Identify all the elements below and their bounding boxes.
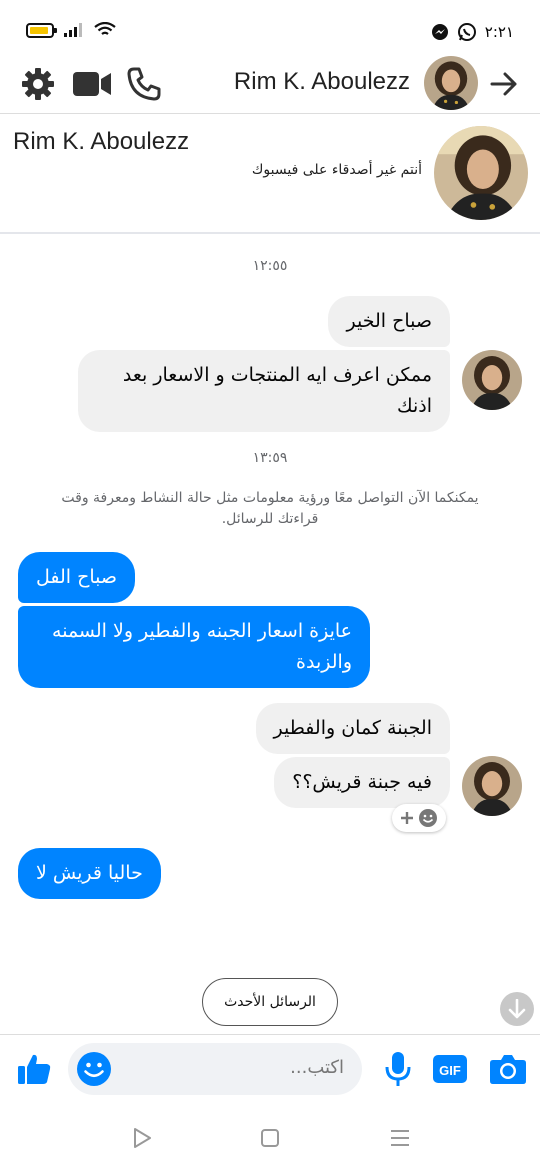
incoming-message[interactable]: فيه جبنة قريش؟؟: [274, 757, 450, 808]
profile-name: Rim K. Aboulezz: [13, 128, 190, 155]
plus-icon: [401, 812, 413, 824]
message-input-placeholder: اكتب...: [290, 1057, 344, 1078]
wifi-icon: [94, 22, 116, 35]
voice-message-button[interactable]: [378, 1049, 418, 1089]
outgoing-message[interactable]: عايزة اسعار الجبنه والفطير ولا السمنه وا…: [18, 606, 370, 688]
incoming-message[interactable]: الجبنة كمان والفطير: [255, 703, 450, 754]
sender-avatar[interactable]: [462, 350, 522, 410]
gif-icon: GIF: [433, 1055, 467, 1083]
incoming-message[interactable]: صباح الخير: [328, 296, 450, 347]
outgoing-message[interactable]: حاليا قريش لا: [18, 848, 161, 899]
video-call-button[interactable]: [72, 64, 112, 104]
signal-icon: [64, 23, 82, 37]
status-left: [26, 22, 116, 38]
play-triangle-icon: [134, 1128, 151, 1148]
incoming-message[interactable]: ممكن اعرف ايه المنتجات و الاسعار بعد اذن…: [78, 350, 450, 432]
emoji-icon[interactable]: [76, 1051, 112, 1087]
voice-call-button[interactable]: [124, 64, 164, 104]
contact-name[interactable]: Rim K. Aboulezz: [234, 68, 410, 96]
status-bar: ٢:٢١: [0, 0, 540, 56]
status-time: ٢:٢١: [484, 23, 514, 41]
profile-avatar[interactable]: [434, 126, 528, 220]
menu-icon: [391, 1130, 409, 1146]
gif-button[interactable]: GIF: [430, 1049, 470, 1089]
message-composer: اكتب... GIF: [0, 1034, 540, 1104]
timestamp: ١٢:٥٥: [252, 258, 288, 274]
add-reaction-button[interactable]: [392, 804, 446, 832]
camera-icon: [490, 1055, 526, 1084]
nav-back-button[interactable]: [128, 1124, 156, 1152]
whatsapp-icon: [457, 23, 476, 41]
avatar-photo: [424, 56, 478, 110]
sender-avatar[interactable]: [462, 756, 522, 816]
profile-card: Rim K. Aboulezz أنتم غير أصدقاء على فيسب…: [0, 114, 540, 234]
nav-home-button[interactable]: [256, 1124, 284, 1152]
microphone-icon: [385, 1052, 411, 1086]
svg-text:GIF: GIF: [439, 1063, 461, 1078]
avatar-photo: [434, 126, 528, 220]
nav-menu-button[interactable]: [386, 1124, 414, 1152]
connection-notice: يمكنكما الآن التواصل معًا ورؤية معلومات …: [61, 490, 479, 527]
friendship-status: أنتم غير أصدقاء على فيسبوك: [251, 162, 422, 178]
arrow-right-icon: [490, 72, 517, 96]
scroll-down-button[interactable]: [500, 992, 534, 1026]
video-camera-icon: [73, 72, 111, 96]
square-icon: [261, 1129, 279, 1147]
timestamp: ١٣:٥٩: [252, 450, 288, 466]
avatar-photo: [462, 350, 522, 410]
avatar-photo: [462, 756, 522, 816]
like-button[interactable]: [14, 1049, 54, 1089]
messenger-icon: [431, 24, 448, 40]
smiley-icon: [419, 809, 437, 827]
gear-icon: [22, 68, 54, 100]
status-right: ٢:٢١: [431, 22, 514, 42]
thumbs-up-icon: [18, 1054, 51, 1084]
settings-button[interactable]: [18, 64, 58, 104]
camera-button[interactable]: [488, 1049, 528, 1089]
battery-icon: [26, 22, 57, 38]
outgoing-message[interactable]: صباح الفل: [18, 552, 136, 603]
newer-messages-button[interactable]: الرسائل الأحدث: [202, 978, 338, 1026]
contact-avatar[interactable]: [424, 56, 478, 110]
message-input[interactable]: اكتب...: [68, 1043, 362, 1095]
phone-icon: [127, 67, 161, 101]
system-nav-bar: [0, 1104, 540, 1170]
chat-header: Rim K. Aboulezz: [0, 56, 540, 114]
arrow-down-icon: [508, 999, 526, 1019]
back-button[interactable]: [484, 64, 524, 104]
